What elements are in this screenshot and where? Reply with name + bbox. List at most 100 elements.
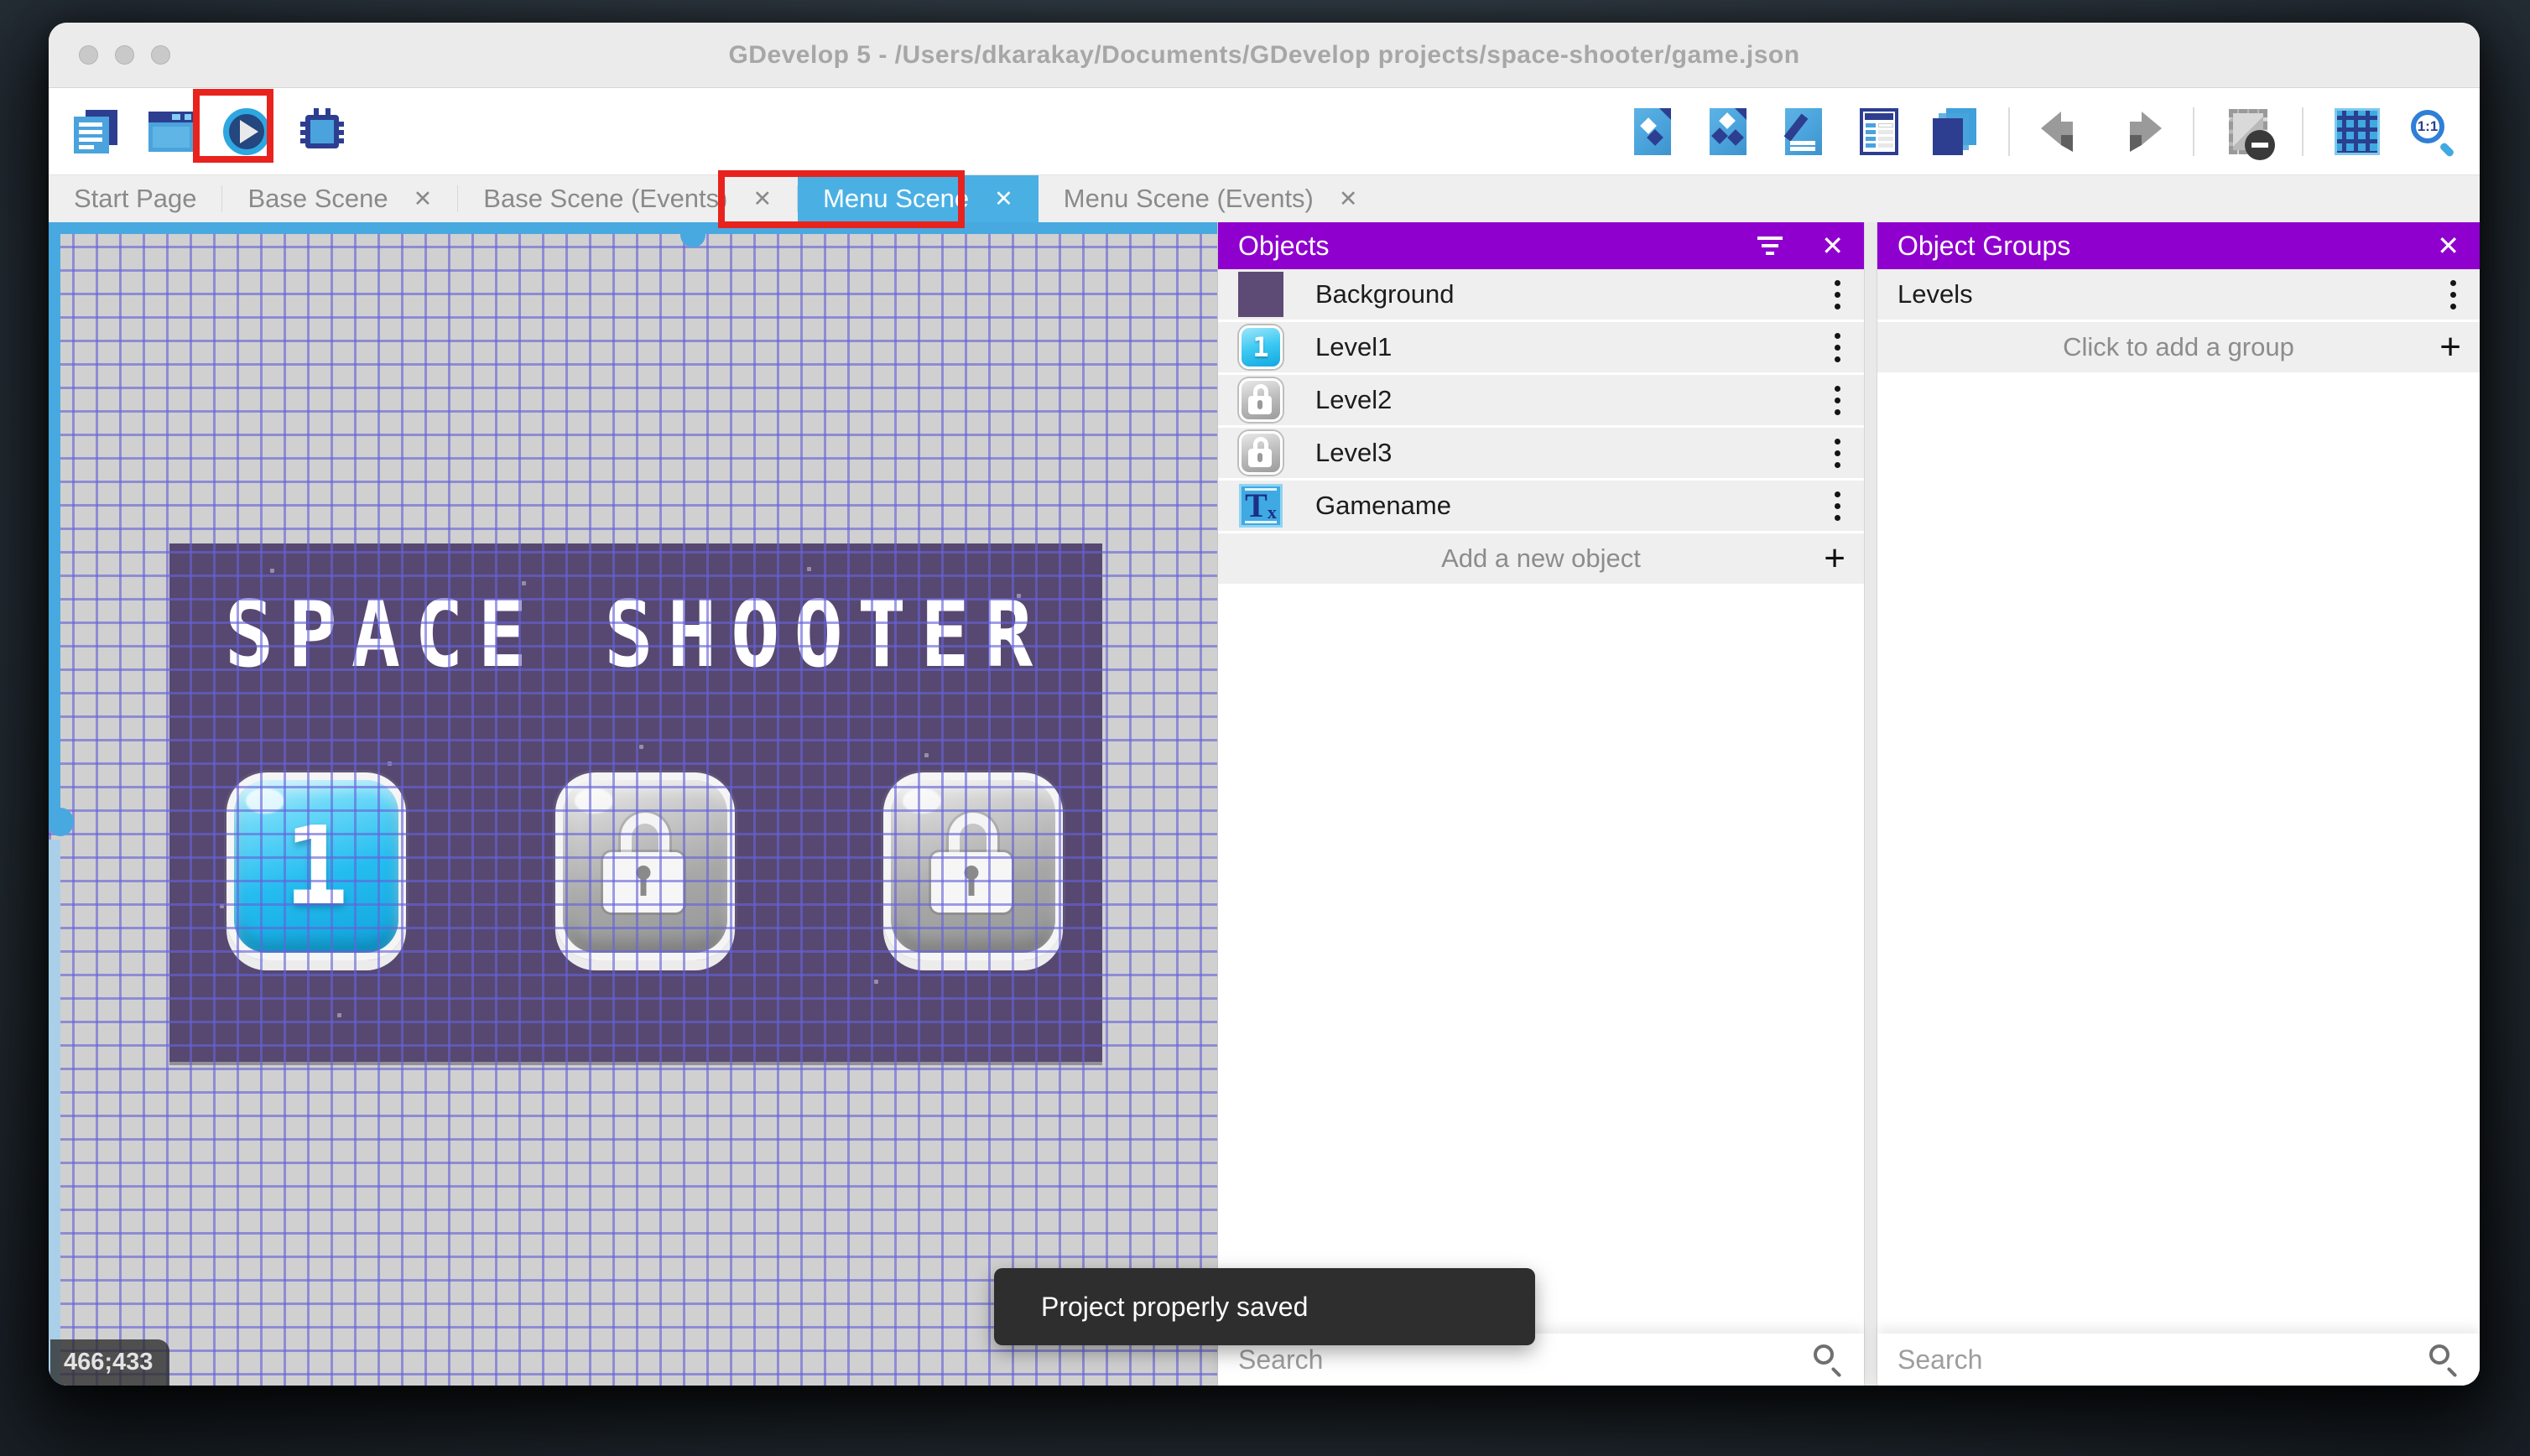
search-icon bbox=[1812, 1343, 1845, 1378]
locked-thumbnail-icon bbox=[1239, 378, 1283, 422]
groups-search-bar bbox=[1877, 1334, 2480, 1386]
tab-close-icon[interactable]: ✕ bbox=[1339, 186, 1358, 212]
object-menu-button[interactable] bbox=[1828, 277, 1847, 313]
project-manager-button[interactable] bbox=[69, 100, 122, 164]
cursor-coordinates: 466;433 bbox=[50, 1339, 169, 1386]
open-layers-editor-button[interactable] bbox=[1928, 100, 1981, 164]
tab-base-scene-events[interactable]: Base Scene (Events) ✕ bbox=[458, 175, 797, 222]
main-area: SPACE SHOOTER 1 466;433 Objects ✕ Backgr… bbox=[49, 222, 2480, 1386]
object-menu-button[interactable] bbox=[1828, 382, 1847, 419]
scene-canvas[interactable]: SPACE SHOOTER 1 466;433 bbox=[49, 222, 1218, 1386]
tab-start-page[interactable]: Start Page bbox=[49, 175, 221, 222]
instances-list-icon bbox=[1860, 107, 1898, 155]
object-groups-panel: Object Groups ✕ Levels Click to add a gr… bbox=[1877, 222, 2480, 1386]
text-object-icon: Tx bbox=[1239, 484, 1283, 528]
open-debugger-button[interactable] bbox=[295, 100, 349, 164]
tab-label: Menu Scene bbox=[823, 184, 970, 213]
object-menu-button[interactable] bbox=[1828, 488, 1847, 524]
grid-icon bbox=[2335, 107, 2380, 155]
object-groups-panel-header: Object Groups ✕ bbox=[1877, 222, 2480, 269]
tab-menu-scene-events[interactable]: Menu Scene (Events) ✕ bbox=[1039, 175, 1383, 222]
redo-icon bbox=[2130, 111, 2162, 152]
objects-panel-title: Objects bbox=[1238, 230, 1330, 261]
undo-icon bbox=[2041, 111, 2073, 152]
level1-button-object[interactable]: 1 bbox=[226, 772, 406, 960]
toolbar-separator bbox=[2302, 107, 2304, 156]
lock-icon bbox=[931, 813, 1015, 920]
object-row-level2[interactable]: Level2 bbox=[1218, 375, 1864, 425]
play-icon bbox=[223, 107, 270, 155]
toggle-grid-button[interactable] bbox=[2330, 100, 2384, 164]
scene-preview-background[interactable]: SPACE SHOOTER 1 bbox=[169, 543, 1102, 1062]
panel-divider[interactable] bbox=[1864, 222, 1877, 1386]
lock-icon bbox=[603, 813, 687, 920]
tab-close-icon[interactable]: ✕ bbox=[414, 186, 433, 212]
open-instances-list-button[interactable] bbox=[1852, 100, 1906, 164]
toolbar-separator bbox=[2193, 107, 2194, 156]
tab-bar: Start Page Base Scene ✕ Base Scene (Even… bbox=[49, 175, 2480, 222]
objects-panel-header: Objects ✕ bbox=[1218, 222, 1864, 269]
add-group-button[interactable]: Click to add a group + bbox=[1877, 322, 2480, 372]
scene-title-text-object[interactable]: SPACE SHOOTER bbox=[169, 581, 1102, 688]
level3-button-object[interactable] bbox=[883, 772, 1063, 960]
toolbar-right: 1:1 bbox=[1626, 100, 2460, 164]
vertical-scrollbar-track[interactable] bbox=[49, 840, 60, 1386]
properties-icon bbox=[1783, 107, 1822, 155]
tab-close-icon[interactable]: ✕ bbox=[994, 186, 1013, 212]
vertical-scrollbar-thumb[interactable] bbox=[49, 808, 74, 836]
close-icon[interactable]: ✕ bbox=[2437, 232, 2460, 259]
object-menu-button[interactable] bbox=[1828, 435, 1847, 471]
tab-close-icon[interactable]: ✕ bbox=[752, 186, 772, 212]
level1-thumbnail-icon: 1 bbox=[1239, 325, 1283, 369]
object-menu-button[interactable] bbox=[1828, 330, 1847, 366]
vertical-scrollbar[interactable] bbox=[49, 234, 60, 814]
groups-search-input[interactable] bbox=[1877, 1343, 2428, 1376]
object-groups-panel-title: Object Groups bbox=[1898, 230, 2071, 261]
window-icon bbox=[148, 111, 194, 152]
gdevelop-window: GDevelop 5 - /Users/dkarakay/Documents/G… bbox=[49, 23, 2480, 1386]
locked-thumbnail-icon bbox=[1239, 431, 1283, 475]
layers-editor-icon bbox=[1933, 107, 1976, 155]
undo-button[interactable] bbox=[2037, 100, 2090, 164]
toolbar-separator bbox=[2008, 107, 2010, 156]
objects-editor-icon bbox=[1634, 107, 1671, 155]
plus-icon: + bbox=[2439, 326, 2461, 367]
project-manager-icon bbox=[74, 109, 117, 153]
screenshot-stage: GDevelop 5 - /Users/dkarakay/Documents/G… bbox=[0, 0, 2530, 1456]
tab-menu-scene[interactable]: Menu Scene ✕ bbox=[798, 175, 1039, 222]
tab-label: Menu Scene (Events) bbox=[1063, 184, 1314, 213]
debugger-icon bbox=[300, 107, 344, 148]
open-object-groups-editor-button[interactable] bbox=[1701, 100, 1755, 164]
zoom-1-1-icon: 1:1 bbox=[2409, 108, 2456, 158]
redo-button[interactable] bbox=[2112, 100, 2166, 164]
close-icon[interactable]: ✕ bbox=[1821, 232, 1844, 259]
launch-preview-button[interactable] bbox=[220, 100, 273, 164]
objects-search-input[interactable] bbox=[1218, 1343, 1812, 1376]
open-window-button[interactable] bbox=[144, 100, 198, 164]
window-mask-icon bbox=[2229, 108, 2275, 160]
level2-button-object[interactable] bbox=[555, 772, 735, 960]
objects-panel: Objects ✕ Background 1 Level1 Level2 Lev… bbox=[1218, 222, 1864, 1386]
filter-icon[interactable] bbox=[1756, 237, 1784, 255]
open-objects-editor-button[interactable] bbox=[1626, 100, 1679, 164]
add-new-object-button[interactable]: Add a new object + bbox=[1218, 533, 1864, 584]
search-icon bbox=[2428, 1343, 2461, 1378]
toggle-window-mask-button[interactable] bbox=[2221, 100, 2275, 164]
horizontal-scrollbar[interactable] bbox=[49, 222, 1217, 234]
object-row-level3[interactable]: Level3 bbox=[1218, 428, 1864, 478]
horizontal-scrollbar-thumb[interactable] bbox=[680, 227, 705, 247]
zoom-1-1-button[interactable]: 1:1 bbox=[2406, 100, 2460, 164]
window-title: GDevelop 5 - /Users/dkarakay/Documents/G… bbox=[728, 40, 1800, 69]
tab-label: Start Page bbox=[74, 184, 197, 213]
tab-base-scene[interactable]: Base Scene ✕ bbox=[222, 175, 457, 222]
tab-label: Base Scene (Events) bbox=[483, 184, 728, 213]
open-properties-button[interactable] bbox=[1777, 100, 1830, 164]
object-groups-editor-icon bbox=[1710, 107, 1747, 155]
object-row-gamename[interactable]: Tx Gamename bbox=[1218, 481, 1864, 531]
object-row-level1[interactable]: 1 Level1 bbox=[1218, 322, 1864, 372]
group-menu-button[interactable] bbox=[2444, 277, 2463, 313]
object-row-background[interactable]: Background bbox=[1218, 269, 1864, 320]
group-row-levels[interactable]: Levels bbox=[1877, 269, 2480, 320]
toolbar: 1:1 bbox=[49, 88, 2480, 175]
tab-label: Base Scene bbox=[247, 184, 388, 213]
